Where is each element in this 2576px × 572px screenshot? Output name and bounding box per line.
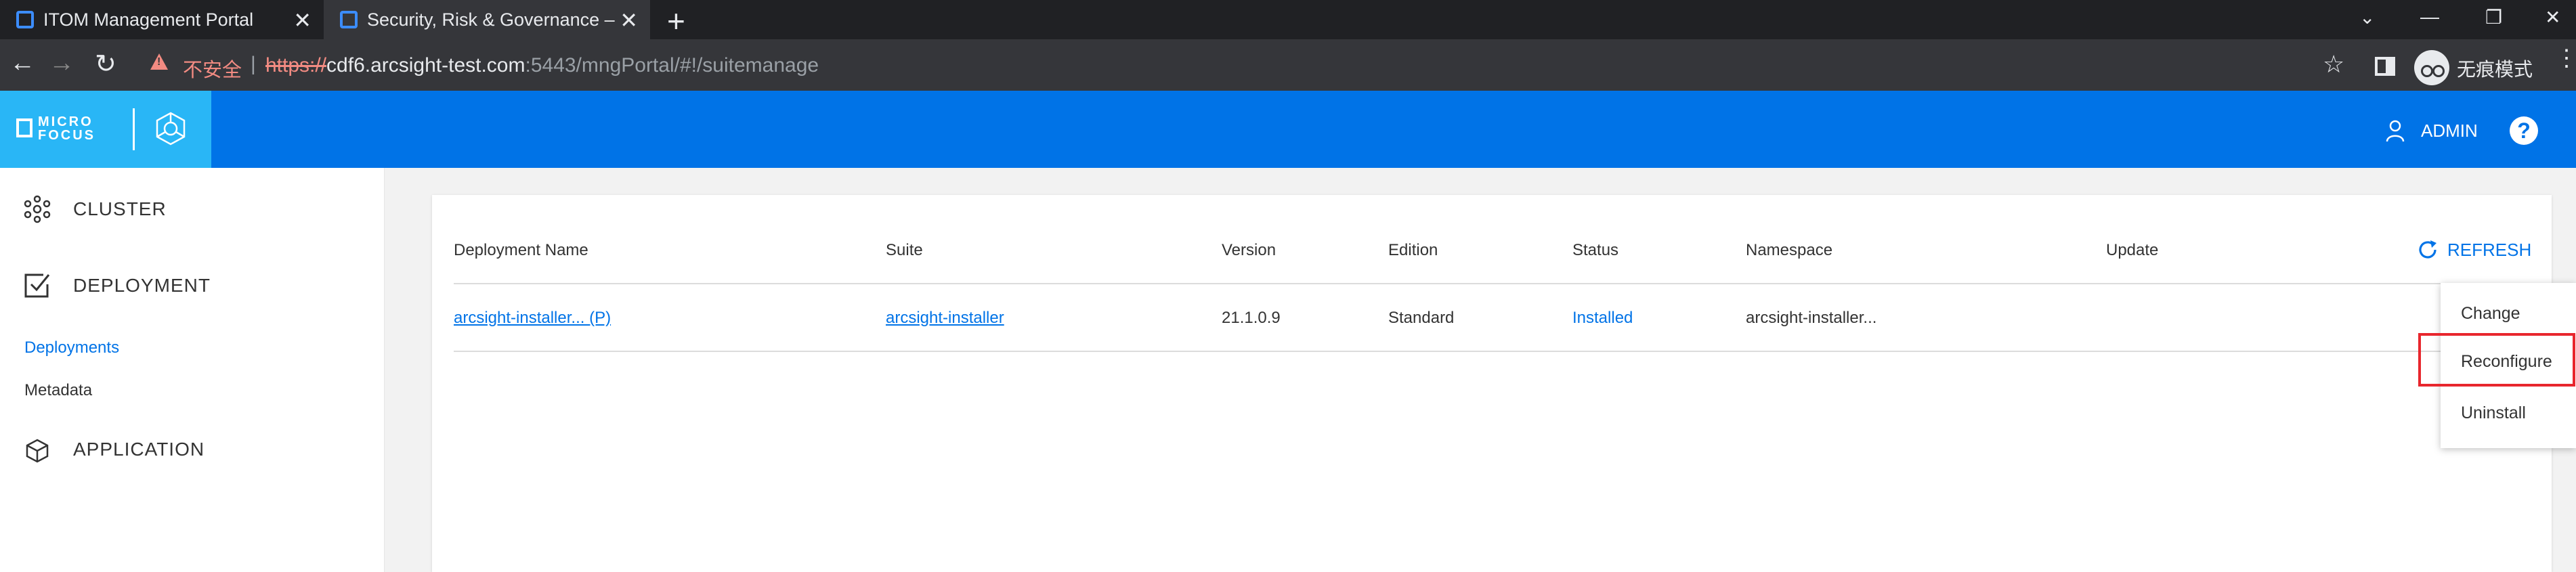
user-name[interactable]: ADMIN xyxy=(2421,120,2478,141)
sidebar-label-deployment: DEPLOYMENT xyxy=(73,275,211,296)
version-cell: 21.1.0.9 xyxy=(1222,309,1281,327)
column-header-suite[interactable]: Suite xyxy=(886,241,923,260)
minimize-button[interactable]: — xyxy=(2420,0,2439,34)
bookmark-star-icon[interactable]: ☆ xyxy=(2323,50,2344,79)
browser-menu-icon[interactable]: ⋮ xyxy=(2555,47,2576,70)
favicon-icon xyxy=(16,11,34,28)
window-close-button[interactable]: ✕ xyxy=(2545,0,2560,34)
column-header-update[interactable]: Update xyxy=(2106,241,2158,260)
browser-tab-itom[interactable]: ITOM Management Portal ✕ xyxy=(0,0,324,39)
logo-divider xyxy=(133,108,135,150)
user-icon[interactable] xyxy=(2385,119,2405,142)
browser-tab-security[interactable]: Security, Risk & Governance – ✕ xyxy=(324,0,650,39)
warning-icon xyxy=(150,53,168,70)
help-icon[interactable]: ? xyxy=(2510,116,2538,145)
micro-focus-logo-icon xyxy=(16,118,33,137)
reconfigure-highlight-box xyxy=(2418,333,2575,387)
suite-link[interactable]: arcsight-installer xyxy=(886,309,1004,328)
refresh-icon xyxy=(2419,240,2437,259)
tab-title: Security, Risk & Governance – xyxy=(367,9,615,30)
edition-cell: Standard xyxy=(1388,309,1455,327)
micro-focus-logo-text: MICRO FOCUS xyxy=(38,115,95,142)
tab-title: ITOM Management Portal xyxy=(43,9,254,30)
logo-line-1: MICRO xyxy=(38,114,93,129)
address-bar[interactable]: https://cdf6.arcsight-test.com:5443/mngP… xyxy=(265,54,819,77)
back-icon[interactable]: ← xyxy=(9,49,35,78)
sidebar-label-cluster: CLUSTER xyxy=(73,198,167,219)
column-header-namespace[interactable]: Namespace xyxy=(1746,241,1832,260)
product-logo-icon xyxy=(156,112,186,146)
namespace-cell: arcsight-installer... xyxy=(1746,309,1877,327)
tab-search-chevron-icon[interactable]: ⌄ xyxy=(2359,0,2375,34)
tab-close-icon[interactable]: ✕ xyxy=(293,7,312,33)
security-status[interactable]: 不安全 xyxy=(183,54,242,83)
restore-button[interactable]: ❐ xyxy=(2485,0,2502,34)
table-header-divider xyxy=(454,283,2525,284)
sidebar xyxy=(0,168,385,572)
column-header-status[interactable]: Status xyxy=(1572,241,1618,260)
incognito-label[interactable]: 无痕模式 xyxy=(2457,55,2533,82)
deployment-name-link[interactable]: arcsight-installer... (P) xyxy=(454,309,611,328)
new-tab-button[interactable]: + xyxy=(667,3,685,39)
column-header-deployment-name[interactable]: Deployment Name xyxy=(454,241,588,260)
url-path: :5443/mngPortal/#!/suitemanage xyxy=(525,54,819,76)
favicon-icon xyxy=(340,11,358,28)
deployment-checkbox-icon xyxy=(24,273,50,298)
forward-icon[interactable]: → xyxy=(49,49,74,78)
application-cube-icon xyxy=(26,439,49,463)
sidebar-item-deployments[interactable]: Deployments xyxy=(24,338,119,357)
side-panel-icon[interactable] xyxy=(2375,57,2395,76)
tab-close-icon[interactable]: ✕ xyxy=(620,7,638,33)
cluster-icon xyxy=(24,195,51,223)
menu-item-change[interactable]: Change xyxy=(2461,304,2520,324)
refresh-label: REFRESH xyxy=(2447,239,2532,260)
reload-icon[interactable]: ↻ xyxy=(95,49,116,79)
url-host: cdf6.arcsight-test.com xyxy=(326,54,525,76)
column-header-edition[interactable]: Edition xyxy=(1388,241,1438,260)
sidebar-item-metadata[interactable]: Metadata xyxy=(24,381,92,400)
sidebar-label-application: APPLICATION xyxy=(73,439,205,460)
status-cell: Installed xyxy=(1572,309,1633,327)
menu-item-uninstall[interactable]: Uninstall xyxy=(2461,403,2526,423)
app-header xyxy=(0,91,2576,168)
column-header-version[interactable]: Version xyxy=(1222,241,1276,260)
table-row-divider xyxy=(454,351,2525,352)
logo-line-2: FOCUS xyxy=(38,128,95,143)
refresh-button[interactable]: REFRESH xyxy=(2416,238,2531,261)
deployments-card xyxy=(432,195,2552,572)
address-separator: | xyxy=(251,53,256,75)
incognito-icon[interactable] xyxy=(2414,50,2449,85)
url-scheme: https:// xyxy=(265,54,327,76)
